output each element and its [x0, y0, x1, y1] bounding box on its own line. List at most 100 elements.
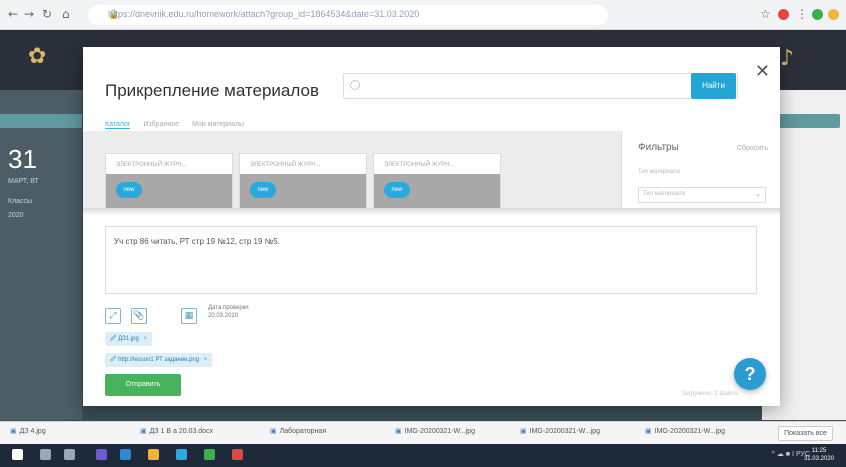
material-type-select[interactable]: Тип материала ⌄	[638, 187, 766, 203]
download-item[interactable]: ▣ IMG-20200321-W...jpg	[395, 427, 475, 435]
homework-text-field[interactable]: Уч стр 86 читать, РТ стр 19 №12, стр 19 …	[105, 226, 757, 294]
show-all-downloads-button[interactable]: Показать все	[778, 426, 833, 441]
materials-grid: ЭЛЕКТРОННЫЙ ЖУРН... new ЭЛЕКТРОННЫЙ ЖУРН…	[83, 131, 621, 208]
upload-status: Загружено: 2 файла	[681, 391, 738, 397]
material-title: ЭЛЕКТРОННЫЙ ЖУРН...	[116, 162, 187, 168]
material-title: ЭЛЕКТРОННЫЙ ЖУРН...	[250, 162, 321, 168]
background-sidebar: 31 МАРТ, ВТ Классы 2020	[0, 90, 82, 420]
homework-text: Уч стр 86 читать, РТ стр 19 №12, стр 19 …	[114, 237, 280, 246]
file-icon: ▣	[10, 428, 17, 435]
forward-icon[interactable]: →	[24, 7, 34, 21]
tab-my-materials[interactable]: Мои материалы	[192, 121, 244, 128]
background-text: Классы	[8, 198, 33, 205]
material-preview: new	[240, 174, 366, 208]
attachment-name: ДЗ1.jpg	[118, 336, 139, 342]
decor-icon: ✿	[28, 44, 47, 69]
tab-favorites[interactable]: Избранное	[144, 121, 179, 128]
attach-materials-dialog: Прикрепление материалов ✕ Найти Каталог …	[83, 47, 780, 406]
material-card[interactable]: ЭЛЕКТРОННЫЙ ЖУРН... new	[105, 153, 233, 208]
filters-panel: Фильтры Сбросить Тип материала Тип матер…	[621, 131, 780, 208]
address-bar[interactable]: 🔒 https://dnevnik.edu.ru/homework/attach…	[88, 5, 608, 25]
app-icon[interactable]	[204, 449, 215, 460]
app-icon[interactable]	[96, 449, 107, 460]
file-icon: ▣	[395, 428, 402, 435]
attachment-chip[interactable]: 🖉 ДЗ1.jpg ×	[105, 332, 152, 346]
due-date-label: Дата проверки	[208, 305, 249, 311]
search-button[interactable]: Найти	[691, 73, 736, 99]
download-item[interactable]: ▣ ДЗ 4.jpg	[10, 427, 46, 435]
attachment-chip[interactable]: 🖉 http://lesson1 РТ задание.png ×	[105, 353, 213, 367]
profile-icon[interactable]	[812, 9, 823, 20]
search-input[interactable]	[343, 73, 738, 99]
send-button[interactable]: Отправить	[105, 374, 181, 396]
decor-icon: ♪	[780, 46, 795, 71]
background-highlight	[776, 114, 840, 128]
extension-icon[interactable]	[778, 9, 789, 20]
due-date-value: 20.03.2020	[208, 313, 239, 319]
start-icon[interactable]	[12, 449, 23, 460]
download-name: ДЗ 1 В а 20.03.docx	[149, 428, 214, 435]
background-day-number: 31	[8, 144, 37, 174]
download-item[interactable]: ▣ IMG-20200321-W...jpg	[645, 427, 725, 435]
new-badge: new	[116, 182, 142, 198]
material-preview: new	[106, 174, 232, 208]
extension-icon[interactable]	[828, 9, 839, 20]
browser-toolbar: ← → ↻ ⌂ 🔒 https://dnevnik.edu.ru/homewor…	[0, 0, 846, 30]
download-item[interactable]: ▣ Лабораторная	[270, 427, 326, 435]
download-item[interactable]: ▣ IMG-20200321-W...jpg	[520, 427, 600, 435]
download-name: IMG-20200321-W...jpg	[529, 428, 601, 435]
star-icon[interactable]: ☆	[760, 7, 771, 21]
select-value: Тип материала	[643, 191, 685, 197]
clock-time: 11:25	[811, 448, 827, 454]
filters-reset-link[interactable]: Сбросить	[737, 145, 768, 152]
home-icon[interactable]: ⌂	[62, 7, 70, 21]
chrome-icon[interactable]	[148, 449, 159, 460]
attachment-icon: 🖉	[110, 357, 119, 363]
remove-attachment-icon[interactable]: ×	[143, 336, 147, 342]
search-icon[interactable]	[40, 449, 51, 460]
help-button[interactable]: ?	[734, 358, 766, 390]
material-card[interactable]: ЭЛЕКТРОННЫЙ ЖУРН... new	[373, 153, 501, 208]
remove-attachment-icon[interactable]: ×	[204, 357, 208, 363]
search-icon	[350, 80, 360, 90]
paperclip-icon[interactable]: 📎	[131, 308, 147, 324]
dialog-title: Прикрепление материалов	[105, 81, 319, 100]
back-icon[interactable]: ←	[8, 7, 18, 21]
clock[interactable]: 11:25 31.03.2020	[804, 447, 834, 463]
filter-field-label: Тип материала	[638, 169, 680, 175]
background-text: МАРТ, ВТ	[8, 178, 39, 185]
app-icon[interactable]	[232, 449, 243, 460]
task-view-icon[interactable]	[64, 449, 75, 460]
new-badge: new	[384, 182, 410, 198]
address-text: https://dnevnik.edu.ru/homework/attach?g…	[108, 9, 420, 19]
download-name: ДЗ 4.jpg	[19, 428, 46, 435]
section-divider	[83, 208, 780, 216]
app-icon[interactable]	[120, 449, 131, 460]
download-name: IMG-20200321-W...jpg	[654, 428, 726, 435]
material-preview: new	[374, 174, 500, 208]
attachment-name: http://lesson1 РТ задание.png	[118, 357, 200, 363]
new-badge: new	[250, 182, 276, 198]
downloads-bar: ▣ ДЗ 4.jpg ▣ ДЗ 1 В а 20.03.docx ▣ Лаборато…	[0, 421, 846, 444]
file-icon: ▣	[140, 428, 147, 435]
file-icon: ▣	[520, 428, 527, 435]
filters-title: Фильтры	[638, 142, 679, 153]
tab-catalog[interactable]: Каталог	[105, 121, 131, 129]
background-text: 2020	[8, 212, 24, 219]
reload-icon[interactable]: ↻	[42, 7, 52, 21]
menu-icon[interactable]: ⋮	[796, 7, 808, 21]
download-name: IMG-20200321-W...jpg	[404, 428, 476, 435]
expand-icon[interactable]: ⤢	[105, 308, 121, 324]
download-item[interactable]: ▣ ДЗ 1 В а 20.03.docx	[140, 427, 213, 435]
app-icon[interactable]	[176, 449, 187, 460]
windows-taskbar: ^ ☁ ■ Ⅰ РУС 11:25 31.03.2020	[0, 444, 846, 467]
close-icon[interactable]: ✕	[755, 61, 770, 82]
question-icon: ?	[744, 364, 756, 384]
clock-date: 31.03.2020	[803, 456, 834, 462]
file-icon: ▣	[645, 428, 652, 435]
calendar-icon[interactable]: ▦	[181, 308, 197, 324]
attachment-icon: 🖉	[110, 336, 119, 342]
material-card[interactable]: ЭЛЕКТРОННЫЙ ЖУРН... new	[239, 153, 367, 208]
file-icon: ▣	[270, 428, 277, 435]
material-title: ЭЛЕКТРОННЫЙ ЖУРН...	[384, 162, 455, 168]
